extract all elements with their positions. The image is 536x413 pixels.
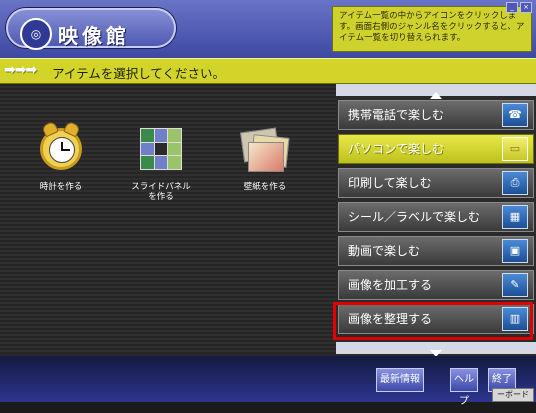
menu-item-label: 画像を加工する bbox=[348, 278, 433, 292]
item-label: スライドパネル を作る bbox=[131, 182, 191, 202]
item-clock[interactable]: 時計を作る bbox=[16, 120, 106, 192]
header-bar: ◎ 映像館 アイテム一覧の中からアイコンをクリックします。画面右側のジャンル名を… bbox=[0, 0, 536, 64]
app-logo: ◎ 映像館 bbox=[6, 8, 176, 50]
help-button[interactable]: ヘルプ bbox=[450, 368, 478, 407]
latest-info-button[interactable]: 最新情報 bbox=[376, 368, 424, 392]
phone-icon[interactable]: ☎ bbox=[502, 103, 528, 127]
menu-item-edit-image[interactable]: 画像を加工する ✎ bbox=[336, 268, 536, 302]
app-title: 映像館 bbox=[58, 24, 130, 48]
menu-item-label: 印刷して楽しむ bbox=[348, 176, 432, 190]
printer-icon[interactable]: ⎙ bbox=[502, 171, 528, 195]
instruction-bar: ➡➡➡ アイテムを選択してください。 bbox=[0, 58, 536, 85]
sticker-icon[interactable]: ▦ bbox=[502, 205, 528, 229]
clock-icon[interactable] bbox=[34, 120, 88, 176]
item-label: 時計を作る bbox=[39, 182, 83, 192]
minimize-button[interactable]: _ bbox=[506, 2, 518, 13]
video-icon[interactable]: ▣ bbox=[502, 239, 528, 263]
logo-icon: ◎ bbox=[20, 18, 52, 50]
menu-item-label: シール／ラベルで楽しむ bbox=[348, 210, 481, 224]
genre-menu: 携帯電話で楽しむ ☎ パソコンで楽しむ ▭ 印刷して楽しむ ⎙ シール／ラベルで… bbox=[336, 84, 536, 357]
menu-item-label: 動画で楽しむ bbox=[348, 244, 421, 258]
slide-panel-icon[interactable] bbox=[134, 122, 188, 176]
status-text: ーボード bbox=[492, 388, 534, 402]
menu-scroll-down-button[interactable] bbox=[336, 342, 536, 357]
edit-image-icon[interactable]: ✎ bbox=[502, 273, 528, 297]
menu-scroll-up-button[interactable] bbox=[336, 84, 536, 99]
menu-item-mobile[interactable]: 携帯電話で楽しむ ☎ bbox=[336, 98, 536, 132]
menu-item-sticker[interactable]: シール／ラベルで楽しむ ▦ bbox=[336, 200, 536, 234]
menu-item-pc[interactable]: パソコンで楽しむ ▭ bbox=[336, 132, 536, 166]
item-wallpaper[interactable]: 壁紙を作る bbox=[220, 122, 310, 192]
menu-item-label: パソコンで楽しむ bbox=[348, 142, 445, 156]
menu-item-organize[interactable]: 画像を整理する ▥ bbox=[336, 302, 536, 336]
item-grid: 時計を作る スライドパネル を作る 壁紙を作る bbox=[0, 84, 336, 354]
organize-icon[interactable]: ▥ bbox=[502, 307, 528, 331]
app-window: ◎ 映像館 アイテム一覧の中からアイコンをクリックします。画面右側のジャンル名を… bbox=[0, 0, 536, 407]
help-text: アイテム一覧の中からアイコンをクリックします。画面右側のジャンル名をクリックする… bbox=[339, 11, 525, 43]
item-label: 壁紙を作る bbox=[243, 182, 287, 192]
menu-item-label: 携帯電話で楽しむ bbox=[348, 108, 445, 122]
help-text-box: アイテム一覧の中からアイコンをクリックします。画面右側のジャンル名をクリックする… bbox=[332, 6, 532, 52]
wallpaper-icon[interactable] bbox=[238, 122, 292, 176]
pc-icon[interactable]: ▭ bbox=[502, 137, 528, 161]
bottom-bar: 最新情報 ヘルプ 終了 ーボード bbox=[0, 356, 536, 407]
instruction-text: アイテムを選択してください。 bbox=[52, 66, 226, 81]
arrow-icon: ➡➡➡ bbox=[4, 62, 37, 78]
close-button[interactable]: × bbox=[520, 2, 532, 13]
menu-item-video[interactable]: 動画で楽しむ ▣ bbox=[336, 234, 536, 268]
menu-item-label: 画像を整理する bbox=[348, 312, 433, 326]
menu-item-print[interactable]: 印刷して楽しむ ⎙ bbox=[336, 166, 536, 200]
item-slide-panel[interactable]: スライドパネル を作る bbox=[116, 122, 206, 202]
window-controls: _ × bbox=[506, 2, 532, 13]
